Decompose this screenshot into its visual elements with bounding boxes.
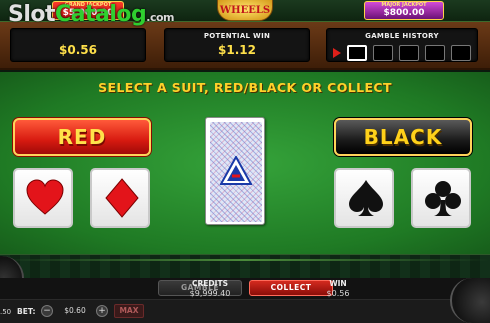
- red-button[interactable]: RED: [13, 118, 151, 156]
- max-bet-button[interactable]: MAX: [114, 304, 144, 318]
- diamond-suit-button[interactable]: [90, 168, 150, 228]
- heart-icon: [26, 179, 64, 215]
- game-logo: WHEELS: [217, 0, 273, 21]
- bet-panel-label: [11, 32, 145, 40]
- credits-value: $9,999.40: [189, 289, 231, 298]
- watermark-tail: Catalog: [55, 2, 147, 27]
- bet-increase-button[interactable]: +: [96, 305, 108, 317]
- spade-icon: [349, 180, 383, 216]
- face-down-card: [205, 117, 265, 225]
- left-cut-value: .50: [0, 308, 12, 316]
- diamond-icon: [105, 178, 139, 218]
- spade-suit-button[interactable]: [334, 168, 394, 228]
- potential-win-value: $1.12: [218, 43, 256, 57]
- spin-button[interactable]: [450, 278, 490, 323]
- history-slot: [399, 45, 419, 61]
- history-slot: [425, 45, 445, 61]
- bet-decrease-button[interactable]: −: [41, 305, 53, 317]
- heart-suit-button[interactable]: [13, 168, 73, 228]
- history-slot: [451, 45, 471, 61]
- gamble-history-panel: GAMBLE HISTORY: [326, 28, 478, 62]
- gamble-history-row: [333, 45, 475, 61]
- win-label: WIN: [329, 279, 347, 288]
- info-bar: $0.56 POTENTIAL WIN $1.12 GAMBLE HISTORY: [0, 22, 490, 70]
- status-line: .50 BET: − $0.60 + MAX: [0, 299, 490, 323]
- watermark-main: Slot: [8, 2, 56, 27]
- bottom-bar: GAMBLE COLLECT .50 BET: − $0.60 + MAX CR…: [0, 278, 490, 323]
- watermark-suffix: .com: [146, 11, 175, 24]
- game-logo-text: WHEELS: [219, 5, 271, 16]
- history-pointer-icon: [333, 48, 341, 58]
- gamble-history-label: GAMBLE HISTORY: [365, 32, 439, 40]
- card-emblem-icon: [220, 156, 252, 185]
- watermark: SlotCatalog.com: [8, 2, 175, 27]
- black-button[interactable]: BLACK: [334, 118, 472, 156]
- history-slot: [373, 45, 393, 61]
- win-value: $0.56: [326, 289, 350, 298]
- gamble-table: SELECT A SUIT, RED/BLACK OR COLLECT RED …: [0, 72, 490, 254]
- potential-win-panel: POTENTIAL WIN $1.12: [164, 28, 310, 62]
- history-slot: [347, 45, 367, 61]
- credits-label: CREDITS: [192, 279, 228, 288]
- club-icon: [425, 181, 461, 216]
- major-jackpot-value: $800.00: [383, 8, 425, 18]
- bet-panel: $0.56: [10, 28, 146, 62]
- gamble-prompt: SELECT A SUIT, RED/BLACK OR COLLECT: [98, 80, 392, 95]
- decorative-strip: [0, 254, 490, 278]
- major-jackpot: MAJOR JACKPOT $800.00: [364, 1, 444, 20]
- bet-value: $0.60: [64, 306, 86, 315]
- club-suit-button[interactable]: [411, 168, 471, 228]
- bet-panel-value: $0.56: [59, 43, 97, 57]
- bet-label: BET:: [17, 307, 36, 316]
- potential-win-label: POTENTIAL WIN: [203, 32, 271, 40]
